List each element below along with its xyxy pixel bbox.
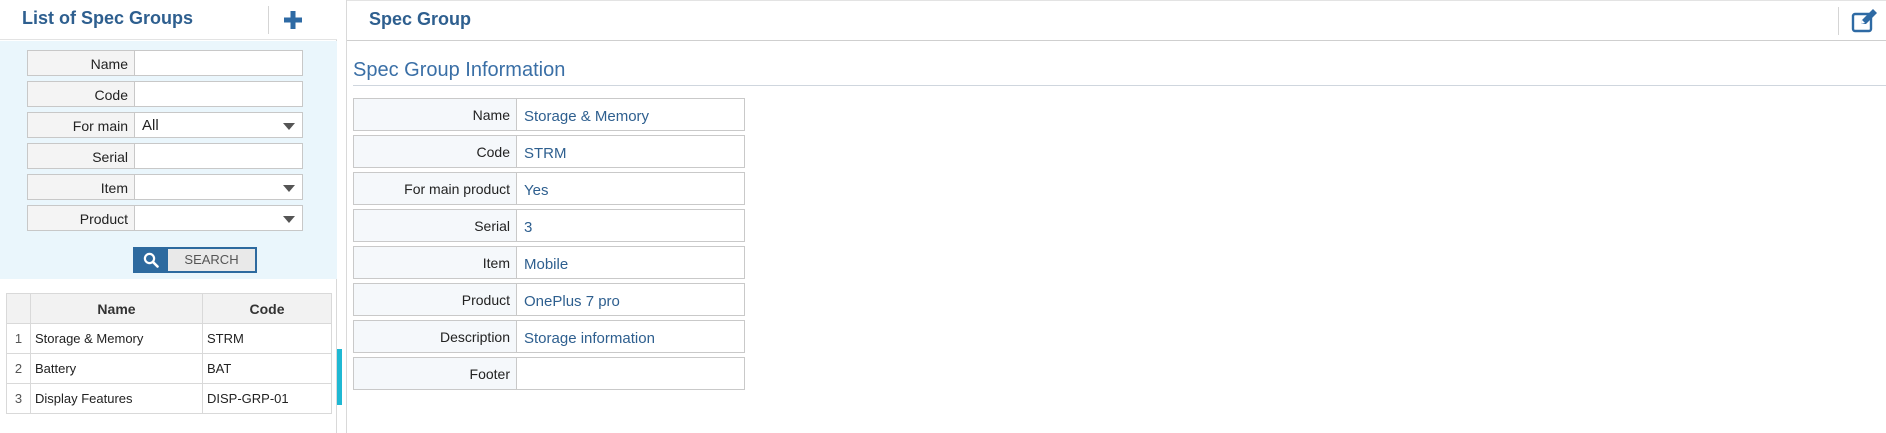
- chevron-down-icon: [283, 123, 295, 130]
- field-row-footer: Footer: [353, 357, 745, 390]
- spec-group-list-panel: List of Spec Groups Name Code For main A…: [0, 0, 337, 433]
- row-index: 3: [6, 383, 31, 414]
- search-button[interactable]: SEARCH: [133, 247, 257, 273]
- filter-row-name: Name: [27, 50, 303, 76]
- row-name: Battery: [30, 353, 203, 384]
- filter-code-label: Code: [27, 81, 135, 107]
- filter-for-main-select[interactable]: All: [135, 112, 303, 138]
- section-divider: [353, 85, 1886, 86]
- detail-header: Spec Group: [347, 0, 1886, 41]
- table-row[interactable]: 1 Storage & Memory STRM: [6, 323, 332, 354]
- filter-serial-label: Serial: [27, 143, 135, 169]
- field-value: 3: [517, 209, 745, 242]
- list-title: List of Spec Groups: [22, 8, 194, 28]
- chevron-down-icon: [283, 185, 295, 192]
- name-column-header[interactable]: Name: [30, 293, 203, 324]
- field-value: Mobile: [517, 246, 745, 279]
- search-button-label: SEARCH: [184, 252, 239, 267]
- filter-row-serial: Serial: [27, 143, 303, 169]
- field-row-name: Name Storage & Memory: [353, 98, 745, 131]
- edit-button[interactable]: [1851, 8, 1879, 34]
- filter-row-code: Code: [27, 81, 303, 107]
- header-divider: [268, 6, 269, 34]
- field-row-serial: Serial 3: [353, 209, 745, 242]
- row-index: 1: [6, 323, 31, 354]
- field-label: Product: [353, 283, 517, 316]
- field-row-for-main-product: For main product Yes: [353, 172, 745, 205]
- chevron-down-icon: [283, 216, 295, 223]
- field-value: Storage & Memory: [517, 98, 745, 131]
- scroll-indicator[interactable]: [337, 349, 342, 405]
- add-spec-group-button[interactable]: [281, 8, 305, 32]
- filter-name-label: Name: [27, 50, 135, 76]
- filter-item-label: Item: [27, 174, 135, 200]
- field-label: Item: [353, 246, 517, 279]
- list-header: List of Spec Groups: [0, 0, 337, 40]
- plus-icon: [284, 11, 302, 29]
- filter-for-main-label: For main: [27, 112, 135, 138]
- filter-for-main-value: All: [142, 117, 159, 134]
- filter-serial-input[interactable]: [135, 143, 303, 169]
- field-row-item: Item Mobile: [353, 246, 745, 279]
- field-label: Footer: [353, 357, 517, 390]
- field-label: Serial: [353, 209, 517, 242]
- field-row-code: Code STRM: [353, 135, 745, 168]
- filter-row-item: Item: [27, 174, 303, 200]
- field-row-product: Product OnePlus 7 pro: [353, 283, 745, 316]
- filter-product-label: Product: [27, 205, 135, 231]
- field-label: Description: [353, 320, 517, 353]
- filter-code-input[interactable]: [135, 81, 303, 107]
- field-value: Storage information: [517, 320, 745, 353]
- code-column-header[interactable]: Code: [202, 293, 332, 324]
- filter-product-select[interactable]: [135, 205, 303, 231]
- field-label: For main product: [353, 172, 517, 205]
- row-code: BAT: [202, 353, 332, 384]
- field-label: Code: [353, 135, 517, 168]
- filter-row-for-main: For main All: [27, 112, 303, 138]
- index-column-header: [6, 293, 31, 324]
- field-value: STRM: [517, 135, 745, 168]
- row-name: Display Features: [30, 383, 203, 414]
- spec-group-table: Name Code 1 Storage & Memory STRM 2 Batt…: [6, 293, 332, 414]
- filter-name-input[interactable]: [135, 50, 303, 76]
- field-value: [517, 357, 745, 390]
- row-code: STRM: [202, 323, 332, 354]
- header-divider: [1838, 7, 1839, 35]
- row-index: 2: [6, 353, 31, 384]
- field-label: Name: [353, 98, 517, 131]
- section-title: Spec Group Information: [353, 59, 566, 81]
- spec-group-detail-panel: Spec Group Spec Group Information Name S…: [346, 0, 1886, 433]
- table-row[interactable]: 3 Display Features DISP-GRP-01: [6, 383, 332, 414]
- search-icon: [135, 249, 168, 271]
- field-value: OnePlus 7 pro: [517, 283, 745, 316]
- field-value: Yes: [517, 172, 745, 205]
- filter-row-product: Product: [27, 205, 303, 231]
- edit-icon: [1851, 9, 1877, 33]
- detail-title: Spec Group: [369, 9, 472, 29]
- filter-item-select[interactable]: [135, 174, 303, 200]
- row-code: DISP-GRP-01: [202, 383, 332, 414]
- table-row[interactable]: 2 Battery BAT: [6, 353, 332, 384]
- row-name: Storage & Memory: [30, 323, 203, 354]
- filter-form: Name Code For main All Serial Item Produ…: [0, 41, 337, 279]
- field-row-description: Description Storage information: [353, 320, 745, 353]
- table-header-row: Name Code: [6, 293, 332, 324]
